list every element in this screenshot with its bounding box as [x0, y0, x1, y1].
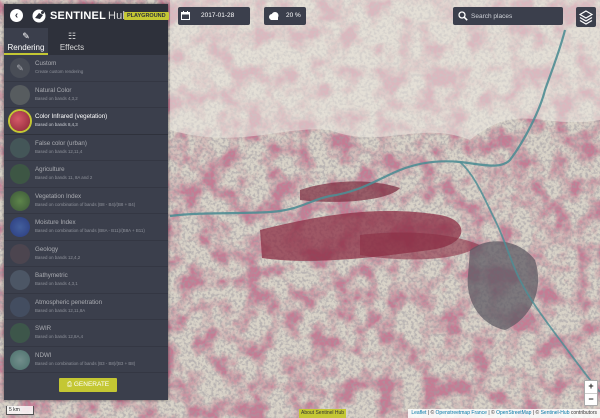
layer-name: Natural Color	[35, 86, 72, 94]
print-icon: ⎙	[66, 381, 73, 388]
tab-rendering[interactable]: ✎ Rendering	[4, 28, 48, 55]
layer-name: Agriculture	[35, 166, 65, 173]
about-sentinel-hub-link[interactable]: About Sentinel Hub	[299, 409, 347, 418]
layer-thumbnail	[10, 164, 30, 184]
layer-name: Bathymetric	[35, 272, 68, 279]
layer-name: Color Infrared (vegetation)	[35, 113, 108, 120]
cloud-coverage-filter[interactable]: 20 %	[264, 7, 306, 25]
layer-item-moisture-index[interactable]: Moisture Index Based on combination of b…	[4, 214, 168, 241]
app-title: SENTINEL Hub	[50, 10, 129, 22]
layer-name: Vegetation Index	[35, 192, 82, 200]
layer-description: Based on bands 12,11,8A	[35, 307, 86, 313]
layer-description: Based on bands 4,3,1	[35, 281, 78, 286]
layer-thumbnail	[10, 111, 30, 131]
layer-item-false-color-urban[interactable]: False color (urban) Based on bands 12,11…	[4, 135, 168, 161]
generate-label: GENERATE	[73, 381, 110, 388]
zoom-out-button[interactable]: −	[585, 393, 597, 406]
sidebar-tabs: ✎ Rendering ☷ Effects	[4, 28, 168, 55]
layer-item-agriculture[interactable]: Agriculture Based on bands 11, 8A and 2	[4, 161, 168, 188]
layer-description: Based on bands 4,3,2	[35, 95, 78, 101]
generate-button[interactable]: ⎙ GENERATE	[59, 378, 117, 392]
layer-description: Based on bands 12,8A,4	[35, 334, 84, 339]
date-picker[interactable]: 2017-01-28	[178, 7, 250, 25]
layer-item-bathymetric[interactable]: Bathymetric Based on bands 4,3,1	[4, 267, 168, 294]
cloud-coverage-value: 20 %	[286, 12, 301, 19]
zoom-control: + −	[584, 380, 598, 406]
layer-thumbnail	[10, 217, 30, 237]
tab-effects[interactable]: ☷ Effects	[50, 28, 94, 55]
cloud-icon	[269, 12, 279, 20]
layers-icon	[578, 10, 594, 25]
sliders-icon: ☷	[67, 31, 77, 41]
layer-thumbnail	[10, 190, 30, 211]
base-layers-button[interactable]	[576, 7, 596, 27]
attribution-separator: | ©	[426, 410, 436, 416]
layer-name: SWIR	[35, 325, 52, 332]
brush-icon: ✎	[22, 31, 30, 41]
layer-item-custom[interactable]: ✎ Custom Create custom rendering	[4, 55, 168, 82]
playground-badge: PLAYGROUND	[124, 12, 169, 20]
layer-thumbnail	[10, 323, 30, 343]
layer-name: False color (urban)	[35, 139, 87, 147]
layer-description: Based on bands 8,4,3	[35, 122, 78, 127]
layer-name: Geology	[35, 245, 59, 253]
scale-bar: 5 km	[6, 406, 34, 415]
attribution-suffix: contributors	[569, 410, 597, 416]
search-icon	[458, 11, 468, 21]
layer-thumbnail	[10, 296, 30, 317]
layer-name: Custom	[35, 60, 57, 67]
layer-thumbnail	[10, 84, 30, 105]
zoom-in-button[interactable]: +	[585, 381, 597, 393]
layer-item-geology[interactable]: Geology Based on bands 12,4,2	[4, 241, 168, 267]
layer-thumbnail	[10, 349, 30, 370]
openstreetmap-france-link[interactable]: Openstreetmap France	[436, 410, 487, 416]
layer-thumbnail	[10, 243, 30, 264]
layer-description: Based on combination of bands (B3 - B8)/…	[35, 360, 136, 366]
layer-item-natural-color[interactable]: Natural Color Based on bands 4,3,2	[4, 82, 168, 108]
sidebar-header: ‹ SENTINEL Hub PLAYGROUND	[4, 4, 169, 28]
layer-thumbnail	[10, 270, 30, 290]
date-value: 2017-01-28	[201, 12, 235, 19]
layer-thumbnail	[10, 137, 30, 158]
layer-thumbnail: ✎	[10, 58, 30, 78]
sentinel-hub-logo	[32, 9, 46, 23]
attribution-separator: | ©	[486, 410, 497, 416]
layer-list: ✎ Custom Create custom rendering Natural…	[4, 55, 168, 373]
map-attribution: Leaflet | © Openstreetmap France | © Ope…	[408, 409, 600, 418]
layer-name: NDWI	[35, 351, 52, 359]
layer-name: Moisture Index	[35, 219, 76, 226]
layer-item-atmospheric-penetration[interactable]: Atmospheric penetration Based on bands 1…	[4, 294, 168, 320]
search-box	[453, 7, 563, 25]
layer-description: Based on combination of bands (B8A - B11…	[35, 228, 145, 233]
tab-rendering-label: Rendering	[7, 43, 45, 52]
leaflet-link[interactable]: Leaflet	[411, 410, 426, 416]
layer-description: Based on bands 11, 8A and 2	[35, 175, 93, 180]
sentinel-hub-link[interactable]: Sentinel-Hub	[541, 410, 570, 416]
layer-description: Based on combination of bands (B8 - B4)/…	[35, 201, 136, 207]
layer-name: Atmospheric penetration	[35, 298, 103, 306]
openstreetmap-link[interactable]: OpenStreetMap	[496, 410, 531, 416]
layer-description: Based on bands 12,4,2	[35, 254, 81, 260]
back-button[interactable]: ‹	[10, 9, 23, 22]
search-input[interactable]	[471, 9, 559, 23]
layer-item-color-infrared[interactable]: Color Infrared (vegetation) Based on ban…	[4, 108, 168, 135]
layer-item-vegetation-index[interactable]: Vegetation Index Based on combination of…	[4, 188, 168, 214]
layer-description: Based on bands 12,11,4	[35, 148, 83, 154]
layer-sidebar: ‹ SENTINEL Hub PLAYGROUND ✎ Rendering ☷ E…	[4, 4, 169, 400]
layer-item-ndwi[interactable]: NDWI Based on combination of bands (B3 -…	[4, 347, 168, 373]
layer-description: Create custom rendering	[35, 69, 84, 74]
pencil-icon: ✎	[16, 62, 24, 73]
attribution-separator: | ©	[531, 410, 541, 416]
calendar-icon	[181, 11, 190, 20]
tab-effects-label: Effects	[59, 43, 85, 52]
layer-item-swir[interactable]: SWIR Based on bands 12,8A,4	[4, 320, 168, 347]
